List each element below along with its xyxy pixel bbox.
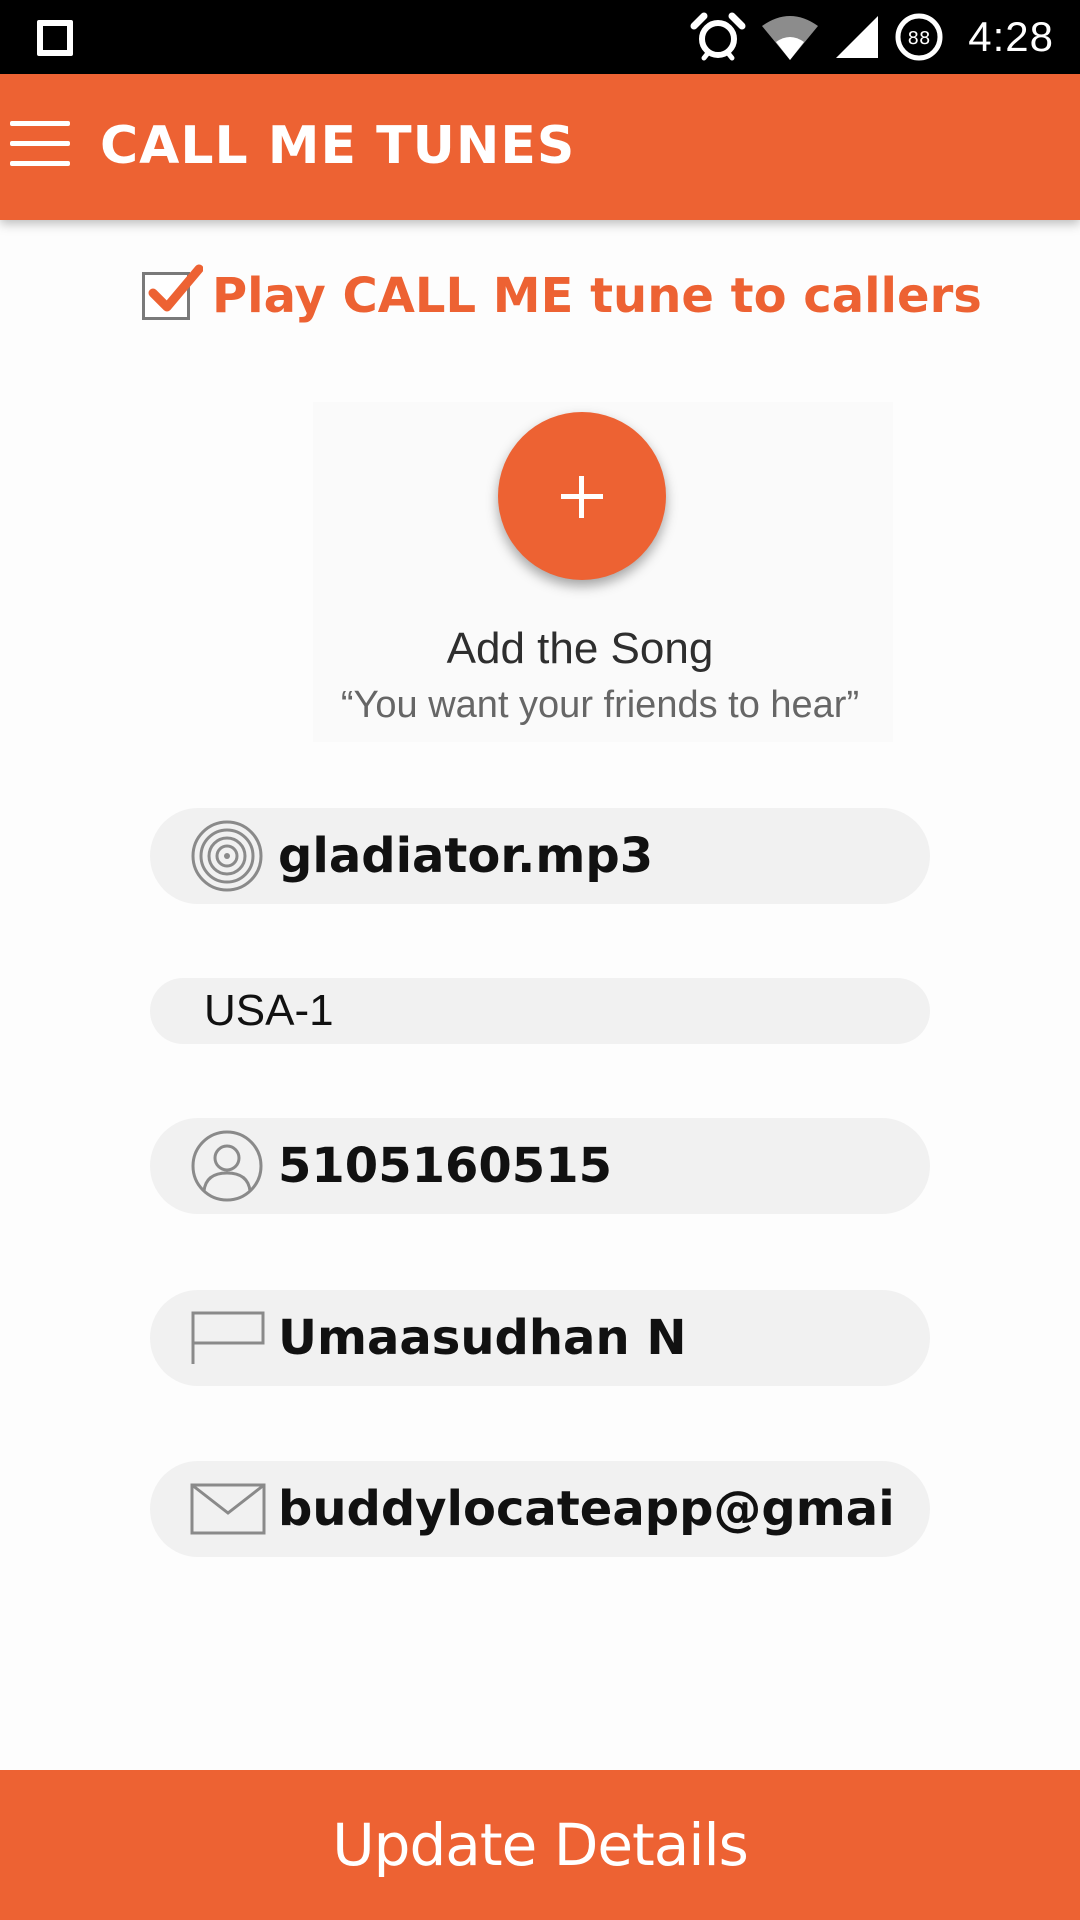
- square-icon: [37, 20, 73, 56]
- email-address: buddylocateapp@gmail.co: [278, 1481, 898, 1537]
- signal-icon: [836, 16, 879, 58]
- add-song-title: Add the Song: [446, 624, 714, 673]
- play-tune-toggle-row[interactable]: Play CALL ME tune to callers: [142, 264, 982, 324]
- song-field[interactable]: gladiator.mp3: [150, 808, 930, 904]
- screen: 88 4:28 CALL ME TUNES Play CALL ME tune …: [0, 0, 1080, 1920]
- add-song-button[interactable]: [498, 412, 666, 580]
- app-bar: CALL ME TUNES: [0, 74, 1080, 220]
- user-icon: [191, 1130, 263, 1202]
- status-bar: 88 4:28: [0, 0, 1080, 74]
- checkmark-icon: [148, 264, 203, 312]
- status-icons: 88 4:28: [690, 0, 1054, 74]
- add-song-subtitle: “You want your friends to hear”: [340, 684, 860, 726]
- name-field[interactable]: Umaasudhan N: [150, 1290, 930, 1386]
- play-tune-checkbox[interactable]: [142, 264, 203, 320]
- phone-field[interactable]: 5105160515: [150, 1118, 930, 1214]
- region-field[interactable]: USA-1: [150, 978, 930, 1044]
- song-filename: gladiator.mp3: [278, 828, 654, 884]
- alarm-icon: [690, 12, 746, 61]
- flag-icon: [191, 1311, 265, 1364]
- phone-number: 5105160515: [278, 1138, 612, 1194]
- battery-icon: 88: [895, 13, 943, 61]
- email-field[interactable]: buddylocateapp@gmail.co: [150, 1461, 930, 1557]
- region-value: USA-1: [204, 986, 334, 1035]
- update-details-button[interactable]: Update Details: [0, 1770, 1080, 1920]
- clock-time: 4:28: [968, 13, 1054, 60]
- hamburger-menu-icon[interactable]: [10, 121, 70, 173]
- mail-icon: [190, 1483, 266, 1535]
- svg-text:88: 88: [908, 28, 931, 49]
- user-name: Umaasudhan N: [278, 1310, 687, 1366]
- wifi-icon: [762, 16, 819, 60]
- play-tune-label[interactable]: Play CALL ME tune to callers: [212, 268, 982, 324]
- app-title: CALL ME TUNES: [100, 116, 576, 176]
- target-icon: [191, 820, 263, 892]
